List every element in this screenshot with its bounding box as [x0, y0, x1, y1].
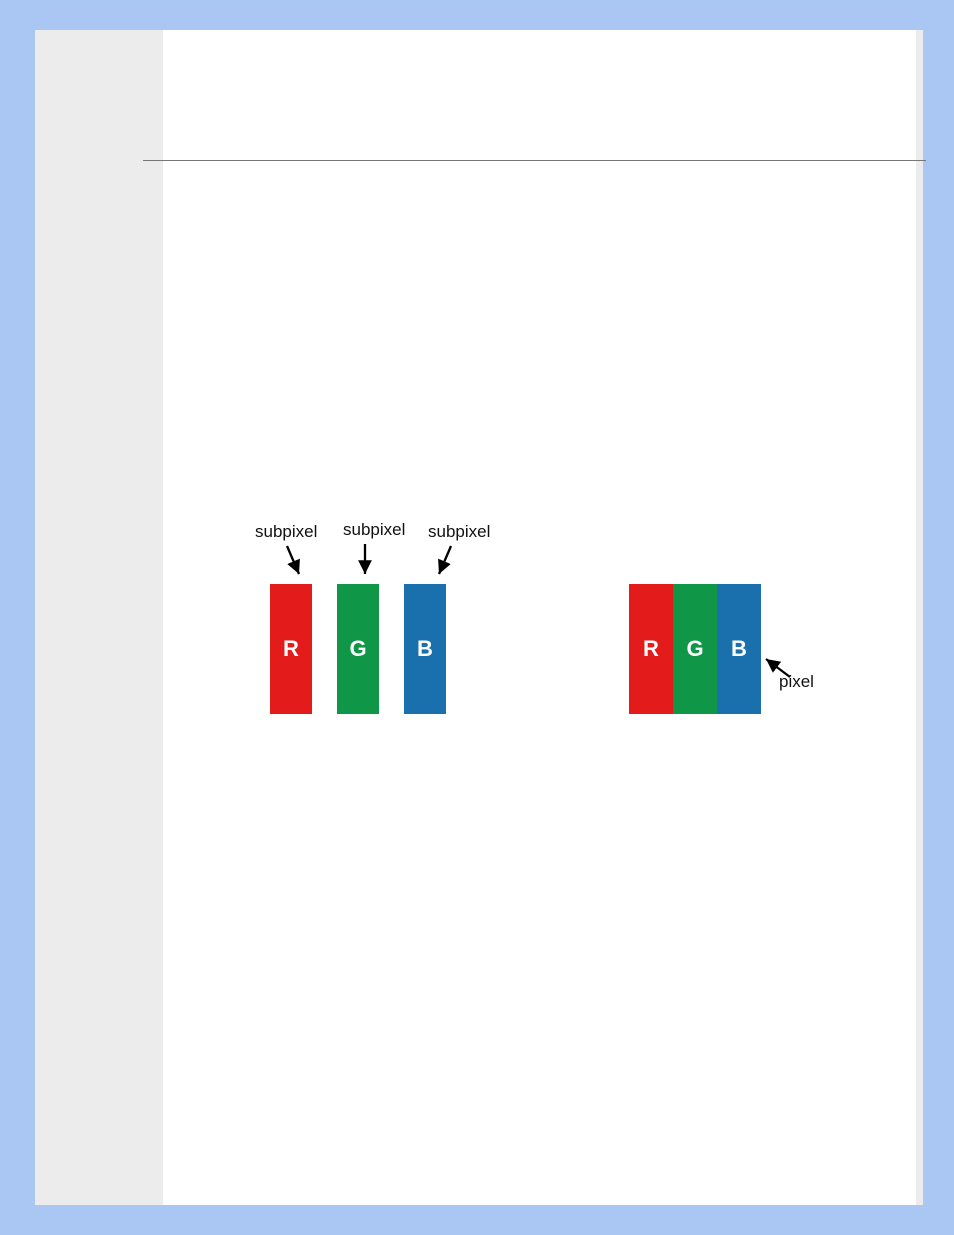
- pixel-letter: B: [731, 636, 747, 662]
- horizontal-rule: [143, 160, 926, 161]
- subpixel-letter: G: [349, 636, 366, 662]
- arrow-icon: [281, 542, 311, 582]
- arrow-icon: [431, 542, 461, 582]
- pixel-bar-b: B: [717, 584, 761, 714]
- subpixel-bar-g: G: [337, 584, 379, 714]
- pixel-letter: G: [686, 636, 703, 662]
- pixel-bar-r: R: [629, 584, 673, 714]
- document-page: subpixel subpixel subpixel R G: [163, 30, 916, 1205]
- subpixel-bar-b: B: [404, 584, 446, 714]
- subpixel-label-r: subpixel: [255, 522, 317, 542]
- subpixel-bar-r: R: [270, 584, 312, 714]
- subpixel-label-g: subpixel: [343, 520, 405, 540]
- pixel-block: R G B: [629, 584, 761, 714]
- pixel-bar-g: G: [673, 584, 717, 714]
- rgb-subpixel-diagram: subpixel subpixel subpixel R G: [163, 500, 916, 760]
- subpixel-letter: R: [283, 636, 299, 662]
- pixel-label: pixel: [779, 672, 814, 692]
- arrow-icon: [357, 542, 377, 582]
- margin-right: [916, 30, 923, 1205]
- outer-frame: subpixel subpixel subpixel R G: [16, 16, 938, 1219]
- subpixel-bars: R G B: [270, 584, 446, 714]
- pixel-letter: R: [643, 636, 659, 662]
- subpixel-label-b: subpixel: [428, 522, 490, 542]
- margin-left: [35, 30, 163, 1205]
- subpixel-letter: B: [417, 636, 433, 662]
